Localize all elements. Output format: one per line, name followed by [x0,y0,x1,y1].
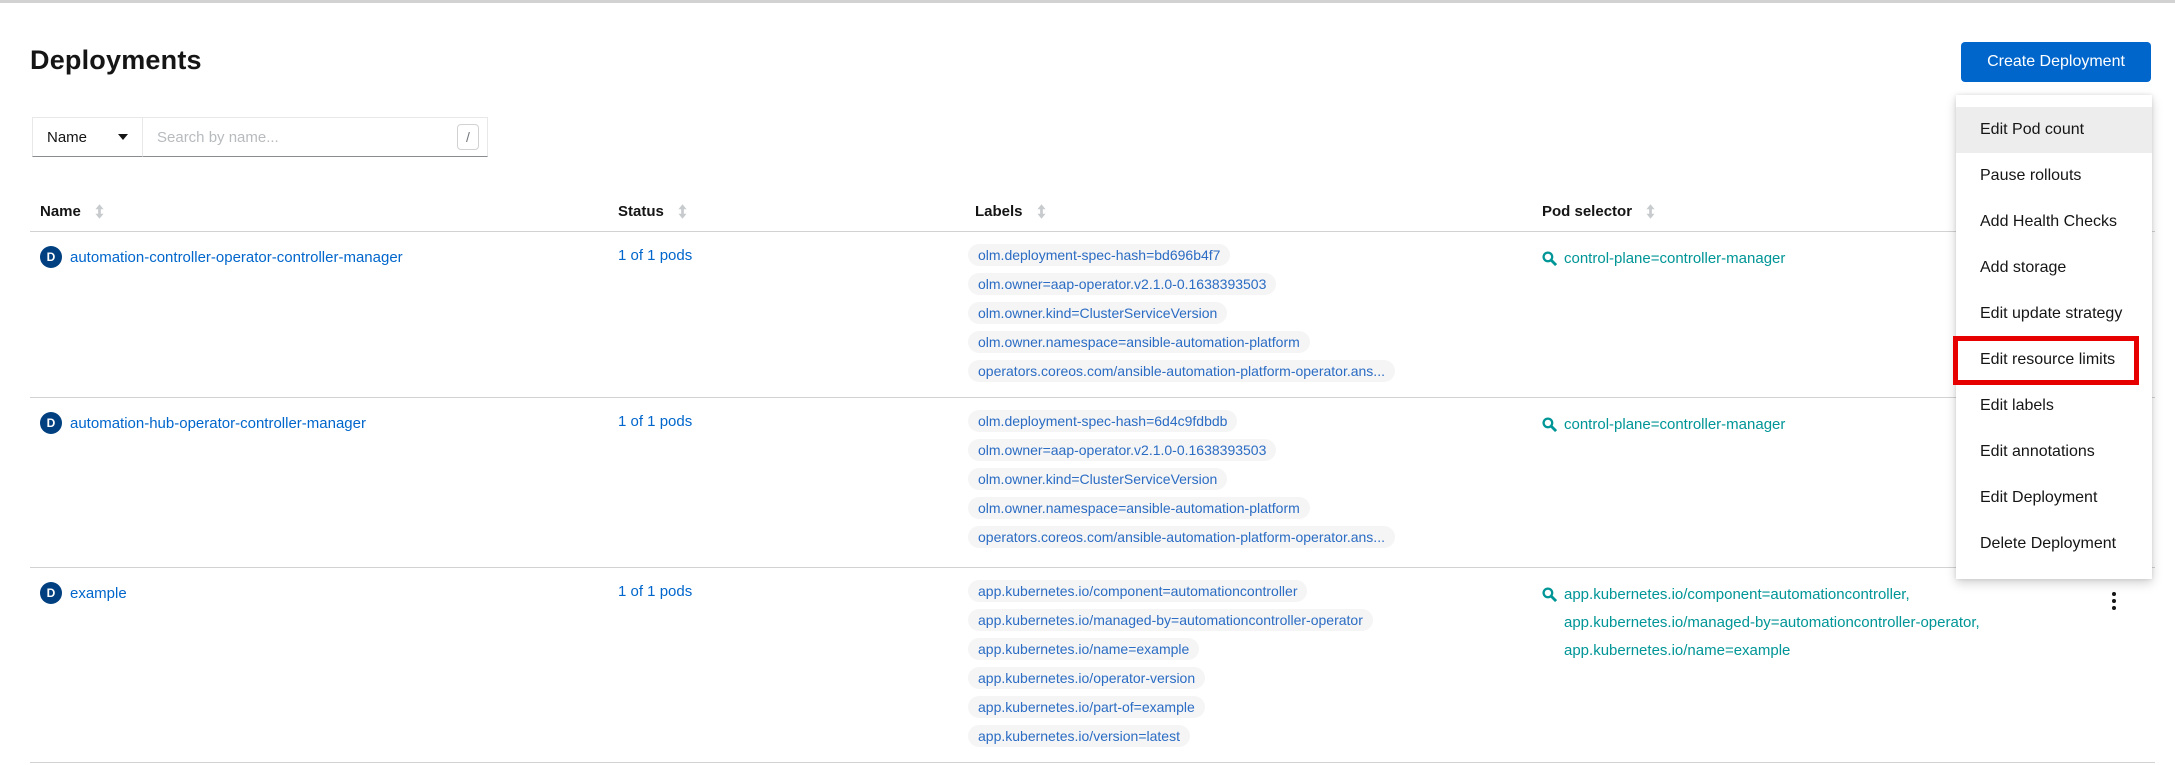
search-box: / [143,117,488,157]
sort-icon [678,204,687,219]
label-pill[interactable]: olm.owner.namespace=ansible-automation-p… [968,497,1310,519]
column-header-label: Labels [975,203,1023,220]
label-pill[interactable]: olm.owner.namespace=ansible-automation-p… [968,331,1310,353]
magnifying-glass-icon [1542,587,1557,602]
deployment-resource-badge: D [40,412,62,434]
create-deployment-button[interactable]: Create Deployment [1961,42,2151,82]
pod-selector-lines: control-plane=controller-manager [1564,411,1785,439]
deployment-name-link[interactable]: automation-controller-operator-controlle… [70,249,403,266]
labels-cell: app.kubernetes.io/component=automationco… [965,568,1532,754]
pod-selector-cell: app.kubernetes.io/component=automationco… [1532,568,2090,665]
menu-item-delete-deployment[interactable]: Delete Deployment [1956,521,2152,567]
label-pill[interactable]: app.kubernetes.io/component=automationco… [968,580,1307,602]
table-row: D example 1 of 1 pods app.kubernetes.io/… [30,567,2155,763]
filter-toolbar: Name / [32,117,488,157]
caret-down-icon [118,134,128,140]
status-cell: 1 of 1 pods [608,232,965,264]
menu-item-add-health-checks[interactable]: Add Health Checks [1956,199,2152,245]
label-pill[interactable]: olm.owner.kind=ClusterServiceVersion [968,302,1227,324]
deployment-resource-badge: D [40,582,62,604]
pod-selector-link[interactable]: app.kubernetes.io/name=example [1564,637,1980,665]
pod-selector-link[interactable]: control-plane=controller-manager [1564,245,1785,273]
sort-icon [1646,204,1655,219]
column-header-label: Pod selector [1542,203,1632,220]
status-link[interactable]: 1 of 1 pods [618,583,692,600]
status-link[interactable]: 1 of 1 pods [618,413,692,430]
label-pill[interactable]: olm.owner=aap-operator.v2.1.0-0.16383935… [968,439,1276,461]
labels-cell: olm.deployment-spec-hash=6d4c9fdbdb olm.o… [965,398,1532,555]
deployment-name-link[interactable]: automation-hub-operator-controller-manag… [70,415,366,432]
label-pill[interactable]: app.kubernetes.io/version=latest [968,725,1190,747]
column-header-status[interactable]: Status [608,203,965,220]
menu-item-edit-deployment[interactable]: Edit Deployment [1956,475,2152,521]
menu-item-edit-annotations[interactable]: Edit annotations [1956,429,2152,475]
pod-selector-link[interactable]: app.kubernetes.io/component=automationco… [1564,581,1980,609]
filter-type-dropdown[interactable]: Name [32,117,143,157]
column-header-labels[interactable]: Labels [965,203,1532,220]
pod-selector-lines: control-plane=controller-manager [1564,245,1785,273]
pod-selector-lines: app.kubernetes.io/component=automationco… [1564,581,1980,665]
deployments-table: Name Status Labels Pod selector D automatio… [30,191,2155,763]
search-input[interactable] [143,118,487,156]
pod-selector-link[interactable]: app.kubernetes.io/managed-by=automationc… [1564,609,1980,637]
page-title: Deployments [30,45,202,76]
menu-item-pause-rollouts[interactable]: Pause rollouts [1956,153,2152,199]
label-pill[interactable]: operators.coreos.com/ansible-automation-… [968,526,1395,548]
sort-icon [95,204,104,219]
status-cell: 1 of 1 pods [608,568,965,600]
table-row: D automation-controller-operator-control… [30,231,2155,397]
menu-item-add-storage[interactable]: Add storage [1956,245,2152,291]
table-header-row: Name Status Labels Pod selector [30,191,2155,231]
pod-selector-link[interactable]: control-plane=controller-manager [1564,411,1785,439]
name-cell: D automation-controller-operator-control… [30,232,608,268]
status-link[interactable]: 1 of 1 pods [618,247,692,264]
table-row: D automation-hub-operator-controller-man… [30,397,2155,567]
deployment-resource-badge: D [40,246,62,268]
name-cell: D example [30,568,608,604]
kebab-menu-button[interactable] [2108,588,2120,614]
label-pill[interactable]: app.kubernetes.io/operator-version [968,667,1205,689]
labels-cell: olm.deployment-spec-hash=bd696b4f7 olm.ow… [965,232,1532,389]
label-pill[interactable]: operators.coreos.com/ansible-automation-… [968,360,1395,382]
table-body: D automation-controller-operator-control… [30,231,2155,763]
filter-type-label: Name [47,129,87,146]
column-header-label: Status [618,203,664,220]
magnifying-glass-icon [1542,417,1557,432]
column-header-name[interactable]: Name [30,203,608,220]
menu-item-edit-labels[interactable]: Edit labels [1956,383,2152,429]
keyboard-shortcut-badge: / [457,124,479,150]
label-pill[interactable]: olm.owner=aap-operator.v2.1.0-0.16383935… [968,273,1276,295]
menu-item-edit-update-strategy[interactable]: Edit update strategy [1956,291,2152,337]
actions-dropdown-menu: Edit Pod countPause rolloutsAdd Health C… [1956,95,2152,579]
column-header-label: Name [40,203,81,220]
label-pill[interactable]: olm.owner.kind=ClusterServiceVersion [968,468,1227,490]
deployment-name-link[interactable]: example [70,585,127,602]
magnifying-glass-icon [1542,251,1557,266]
label-pill[interactable]: app.kubernetes.io/part-of=example [968,696,1205,718]
menu-item-edit-resource-limits[interactable]: Edit resource limits [1956,337,2152,383]
name-cell: D automation-hub-operator-controller-man… [30,398,608,434]
label-pill[interactable]: olm.deployment-spec-hash=6d4c9fdbdb [968,410,1237,432]
menu-item-edit-pod-count[interactable]: Edit Pod count [1956,107,2152,153]
label-pill[interactable]: app.kubernetes.io/name=example [968,638,1199,660]
status-cell: 1 of 1 pods [608,398,965,430]
label-pill[interactable]: app.kubernetes.io/managed-by=automationc… [968,609,1373,631]
label-pill[interactable]: olm.deployment-spec-hash=bd696b4f7 [968,244,1230,266]
sort-icon [1037,204,1046,219]
